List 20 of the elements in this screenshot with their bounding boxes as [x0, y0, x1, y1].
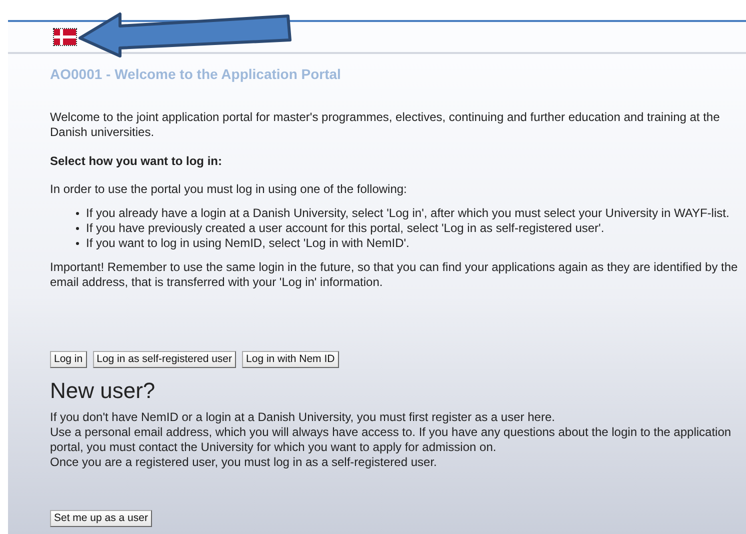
bullet-icon	[76, 212, 79, 215]
intro-text: Welcome to the joint application portal for master's programmes, electives, continuing and further education and training at the Danish universities.	[50, 110, 721, 140]
bullet-icon	[76, 227, 79, 230]
new-user-text: Use a personal email address, which you will always have access to. If you have any questions about the login to the application portal, you must contact the University for which you want to apply for admission on.	[50, 425, 732, 455]
login-instructions: In order to use the portal you must log in using one of the following:	[50, 182, 408, 197]
register-button[interactable]: Set me up as a user	[50, 510, 152, 527]
important-note: Important! Remember to use the same login in the future, so that you can find your applications again as they are identified by the email address, that is transferred with your 'Log in' information.	[50, 260, 739, 290]
new-user-text: If you don't have NemID or a login at a Danish University, you must first register as a user here.	[50, 410, 556, 425]
login-button[interactable]: Log in with Nem ID	[242, 351, 339, 368]
login-option-text: If you have previously created a user account for this portal, select 'Log in as self-registered user'.	[86, 221, 604, 236]
denmark-flag-icon[interactable]	[54, 29, 76, 45]
login-option-text: If you want to log in using NemID, select 'Log in with NemID'.	[86, 236, 410, 251]
new-user-text: Once you are a registered user, you must log in as a self-registered user.	[50, 455, 438, 470]
login-button[interactable]: Log in	[50, 351, 87, 368]
new-user-heading: New user?	[50, 377, 156, 405]
login-button[interactable]: Log in as self-registered user	[92, 351, 236, 368]
page-title: AO0001 - Welcome to the Application Portal	[50, 65, 342, 82]
login-option-text: If you already have a login at a Danish University, select 'Log in', after which you must select your University in WAYF-list.	[86, 206, 730, 221]
bullet-icon	[76, 242, 79, 245]
login-heading: Select how you want to log in:	[50, 154, 224, 169]
